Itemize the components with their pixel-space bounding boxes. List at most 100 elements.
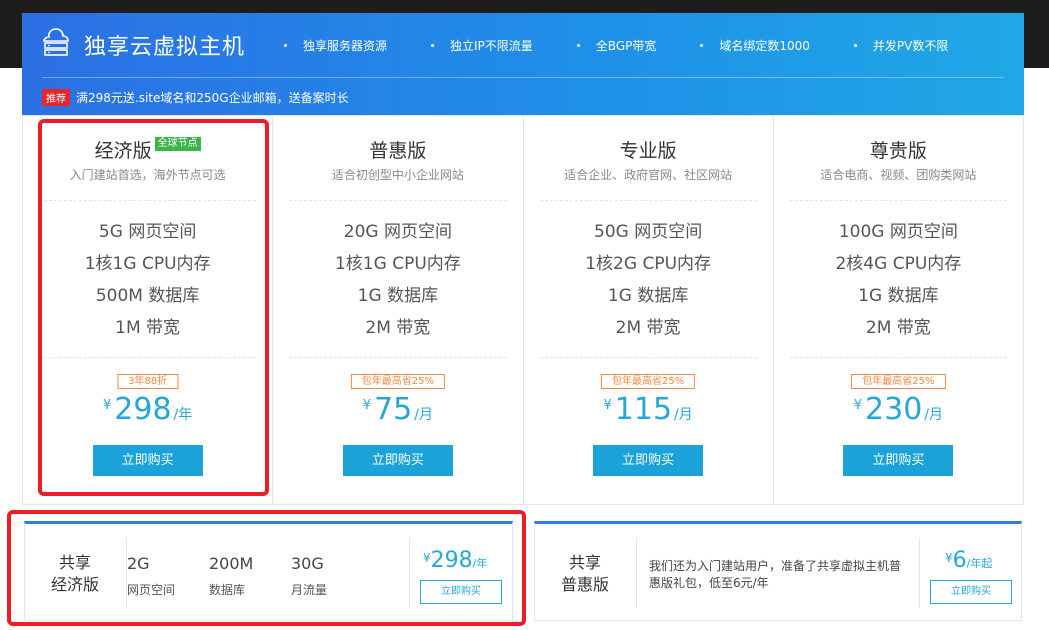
spec-label: 月流量 <box>291 583 328 597</box>
plan-card-economy: 经济版 全球节点 入门建站首选，海外节点可选 5G 网页空间 1核1G CPU内… <box>23 116 274 504</box>
plan-card-professional: 专业版 适合企业、政府官网、社区网站 50G 网页空间 1核2G CPU内存 1… <box>524 116 774 504</box>
shared-name-line: 共享 <box>58 553 91 572</box>
shared-divider <box>409 538 410 608</box>
price-value: 75 <box>374 392 413 427</box>
plan-name: 普惠版 <box>273 136 522 162</box>
spec-space: 5G 网页空间 <box>98 222 197 242</box>
plan-cards: 经济版 全球节点 入门建站首选，海外节点可选 5G 网页空间 1核1G CPU内… <box>22 115 1024 505</box>
page-title: 独享云虚拟主机 <box>84 35 246 60</box>
currency-symbol: ¥ <box>362 398 372 413</box>
plan-price: ¥298/年 <box>23 392 272 427</box>
shared-name-line: 经济版 <box>50 575 99 594</box>
global-node-badge: 全球节点 <box>154 137 201 151</box>
plan-price: ¥75/月 <box>273 392 522 427</box>
plan-card-puhui: 普惠版 适合初创型中小企业网站 20G 网页空间 1核1G CPU内存 1G 数… <box>273 116 524 504</box>
promo-banner: 推荐 满298元送.site域名和250G企业邮箱，送备案时长 <box>42 89 349 106</box>
plan-specs: 50G 网页空间 1核2G CPU内存 1G 数据库 2M 带宽 <box>524 216 773 344</box>
bullet-icon <box>576 44 580 47</box>
feature-item: 并发PV数不限 <box>853 37 949 54</box>
currency-symbol: ¥ <box>603 398 612 413</box>
plan-divider <box>789 200 1007 201</box>
plan-card-premium: 尊贵版 适合电商、视频、团购类网站 100G 网页空间 2核4G CPU内存 1… <box>774 116 1023 504</box>
shared-plan-name: 共享 经济版 <box>25 552 125 596</box>
spec-value: 2G <box>127 554 150 573</box>
spec-bandwidth: 1M 带宽 <box>115 318 181 338</box>
plan-specs: 5G 网页空间 1核1G CPU内存 500M 数据库 1M 带宽 <box>23 216 272 344</box>
price-value: 298 <box>114 392 172 427</box>
shared-plan-name: 共享 普惠版 <box>535 552 635 596</box>
spec-cpu-memory: 1核2G CPU内存 <box>585 254 712 274</box>
spec-cpu-memory: 2核4G CPU内存 <box>835 254 962 274</box>
spec-space: 20G 网页空间 <box>343 222 452 242</box>
bullet-icon <box>431 44 435 47</box>
spec-database: 500M 数据库 <box>95 286 200 306</box>
plan-description: 适合电商、视频、团购类网站 <box>820 168 977 182</box>
spec-space: 50G 网页空间 <box>594 222 703 242</box>
price-value: 115 <box>614 392 673 427</box>
discount-tag: 包年最高省25% <box>851 374 946 389</box>
shared-divider <box>919 538 920 608</box>
spec-value: 200M <box>209 554 254 573</box>
bullet-icon <box>284 44 287 47</box>
product-header: 独享云虚拟主机 独享服务器资源 独立IP不限流量 全BGP带宽 域名绑定数100… <box>22 13 1024 115</box>
discount-tag: 包年最高省25% <box>601 374 696 389</box>
shared-description: 我们还为入门建站用户，准备了共享虚拟主机普惠版礼包，低至6元/年 <box>649 559 902 590</box>
plan-specs: 100G 网页空间 2核4G CPU内存 1G 数据库 2M 带宽 <box>774 216 1023 344</box>
buy-now-button[interactable]: 立即购买 <box>420 580 502 604</box>
plan-divider <box>289 357 507 358</box>
feature-text: 独享服务器资源 <box>303 39 388 53</box>
currency-symbol: ¥ <box>423 551 431 565</box>
buy-now-button[interactable]: 立即购买 <box>593 445 704 476</box>
price-unit: /月 <box>674 407 693 423</box>
bullet-icon <box>853 44 857 47</box>
feature-text: 全BGP带宽 <box>595 39 657 53</box>
spec-bandwidth: 2M 带宽 <box>865 318 931 338</box>
bullet-icon <box>700 44 704 47</box>
plan-specs: 20G 网页空间 1核1G CPU内存 1G 数据库 2M 带宽 <box>273 216 522 344</box>
price-unit: /月 <box>924 407 943 423</box>
plan-name-text: 专业版 <box>619 139 677 162</box>
spec-database: 1G 数据库 <box>858 286 939 306</box>
spec-bandwidth: 2M 带宽 <box>365 318 431 338</box>
spec-label: 网页空间 <box>127 583 176 597</box>
price-value: 6 <box>952 548 967 573</box>
plan-divider <box>39 357 257 358</box>
shared-divider <box>636 538 637 608</box>
shared-price: ¥298/年 <box>423 548 487 573</box>
plan-name-text: 普惠版 <box>369 139 427 162</box>
feature-item: 域名绑定数1000 <box>700 37 810 54</box>
buy-now-button[interactable]: 立即购买 <box>92 445 203 476</box>
buy-now-button[interactable]: 立即购买 <box>930 580 1012 604</box>
spec-cpu-memory: 1核1G CPU内存 <box>334 254 461 274</box>
promo-text[interactable]: 满298元送.site域名和250G企业邮箱，送备案时长 <box>76 89 349 106</box>
spec-database: 1G 数据库 <box>357 286 439 306</box>
plan-name: 经济版 全球节点 <box>23 136 272 162</box>
plan-divider <box>789 357 1007 358</box>
shared-economy-card: 共享 经济版 2G 网页空间 200M 数据库 30G 月流量 ¥298/年 立… <box>24 521 513 621</box>
price-unit: /年 <box>173 407 193 423</box>
feature-text: 并发PV数不限 <box>872 39 949 53</box>
spec-cpu-memory: 1核1G CPU内存 <box>84 254 211 274</box>
currency-symbol: ¥ <box>853 398 863 413</box>
price-unit: /年 <box>472 557 488 570</box>
shared-price: ¥6/年起 <box>945 548 992 573</box>
plan-description: 入门建站首选，海外节点可选 <box>69 168 226 182</box>
buy-now-button[interactable]: 立即购买 <box>843 445 954 476</box>
plan-description: 适合初创型中小企业网站 <box>331 168 464 182</box>
feature-item: 独立IP不限流量 <box>431 37 533 54</box>
spec-value: 30G <box>291 554 324 573</box>
shared-puhui-card: 共享 普惠版 我们还为入门建站用户，准备了共享虚拟主机普惠版礼包，低至6元/年 … <box>534 521 1022 621</box>
shared-spec-space: 2G 网页空间 <box>127 554 175 598</box>
plan-divider <box>39 200 257 201</box>
plan-name-text: 经济版 <box>94 139 152 162</box>
price-unit: /月 <box>414 407 433 423</box>
spec-database: 1G 数据库 <box>607 286 689 306</box>
feature-item: 全BGP带宽 <box>576 37 657 54</box>
shared-name-line: 共享 <box>568 553 601 572</box>
currency-symbol: ¥ <box>102 398 112 413</box>
shared-spec-database: 200M 数据库 <box>209 554 253 598</box>
buy-now-button[interactable]: 立即购买 <box>342 445 453 476</box>
plan-divider <box>539 200 757 201</box>
spec-space: 100G 网页空间 <box>838 222 958 242</box>
discount-tag: 包年最高省25% <box>350 374 445 389</box>
